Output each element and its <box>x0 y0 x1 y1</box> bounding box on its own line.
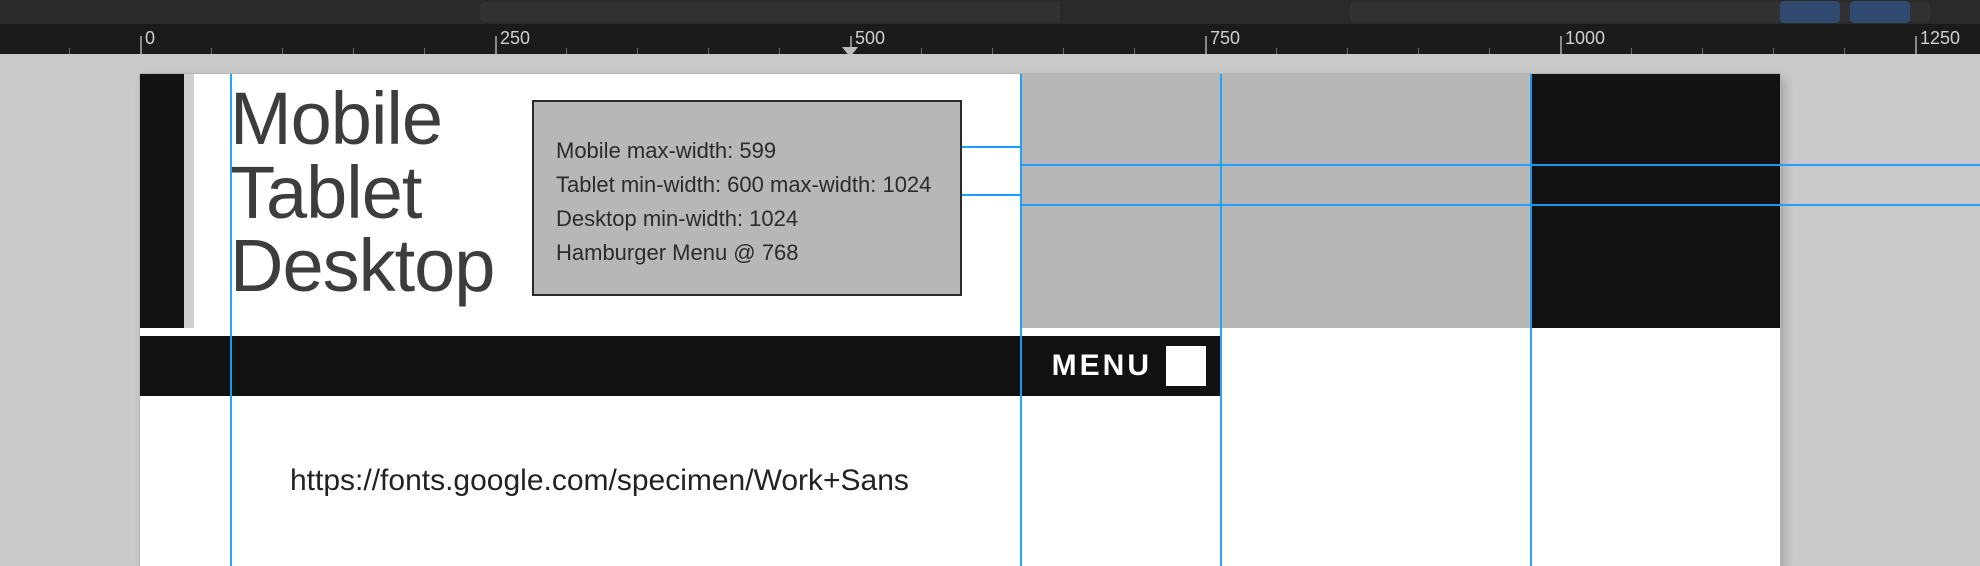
font-url-text: https://fonts.google.com/specimen/Work+S… <box>290 464 909 497</box>
toolbar-button[interactable] <box>1780 1 1840 23</box>
ruler-label: 1250 <box>1920 28 1960 49</box>
header-right-black-block <box>1530 74 1780 328</box>
font-url-text-frame[interactable]: https://fonts.google.com/specimen/Work+S… <box>290 464 909 498</box>
horizontal-ruler[interactable]: 0 250 500 750 1000 1250 <box>0 24 1980 54</box>
menu-bar: MENU <box>140 336 1220 396</box>
horizontal-guide[interactable] <box>1020 164 1980 166</box>
header-left-black-block <box>140 74 184 328</box>
app-toolbar <box>0 0 1980 24</box>
page-artboard[interactable]: Mobile Tablet Desktop Mobile max-width: … <box>140 74 1780 566</box>
connector-line <box>962 146 1022 148</box>
hamburger-placeholder-icon[interactable] <box>1166 346 1206 386</box>
device-line-desktop: Desktop <box>230 227 494 305</box>
ruler-label: 500 <box>855 28 885 49</box>
device-line-mobile: Mobile <box>230 80 494 158</box>
connector-line <box>962 194 1022 196</box>
vertical-guide[interactable] <box>1220 74 1222 566</box>
horizontal-guide[interactable] <box>1020 204 1980 206</box>
note-line: Mobile max-width: 599 <box>556 134 938 168</box>
note-line: Hamburger Menu @ 768 <box>556 236 938 270</box>
ruler-label: 750 <box>1210 28 1240 49</box>
breakpoint-notes-text-frame[interactable]: Mobile max-width: 599 Tablet min-width: … <box>532 100 962 296</box>
ruler-label: 250 <box>500 28 530 49</box>
note-line: Desktop min-width: 1024 <box>556 202 938 236</box>
toolbar-button[interactable] <box>1850 1 1910 23</box>
device-line-tablet: Tablet <box>230 154 494 232</box>
pasteboard[interactable]: Mobile Tablet Desktop Mobile max-width: … <box>0 54 1980 566</box>
menu-group: MENU <box>1052 346 1206 386</box>
ruler-label: 0 <box>145 28 155 49</box>
header-gray-block <box>1020 74 1530 328</box>
note-line: Tablet min-width: 600 max-width: 1024 <box>556 168 938 202</box>
vertical-guide[interactable] <box>230 74 232 566</box>
device-list-text-frame[interactable]: Mobile Tablet Desktop <box>230 80 494 301</box>
header-left-gray-block <box>184 74 194 328</box>
menu-label: MENU <box>1052 349 1152 383</box>
ruler-label: 1000 <box>1565 28 1605 49</box>
vertical-guide[interactable] <box>1530 74 1532 566</box>
